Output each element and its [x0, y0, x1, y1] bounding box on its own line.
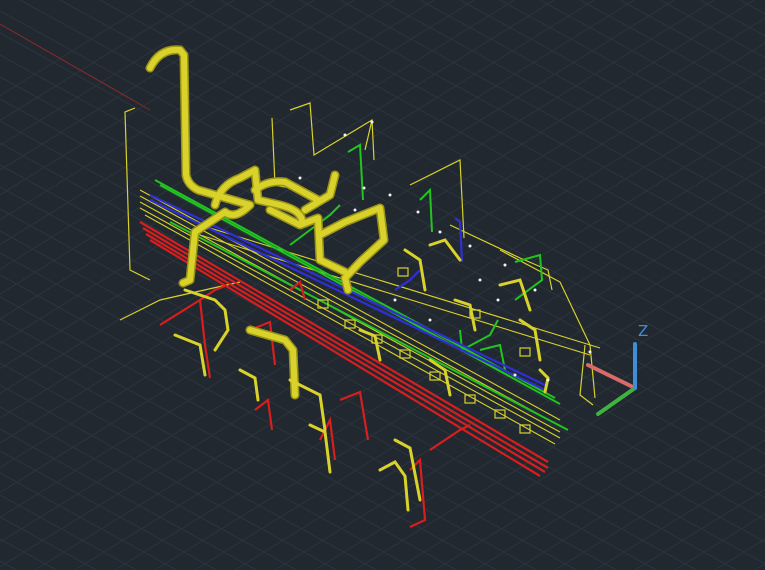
ucs-z-label: Z	[638, 322, 648, 340]
ucs-y-axis	[596, 386, 637, 416]
ucs-x-axis	[586, 363, 637, 390]
drawing-viewport[interactable]: Z	[0, 0, 765, 570]
ucs-axis-icon: Z	[586, 322, 648, 416]
